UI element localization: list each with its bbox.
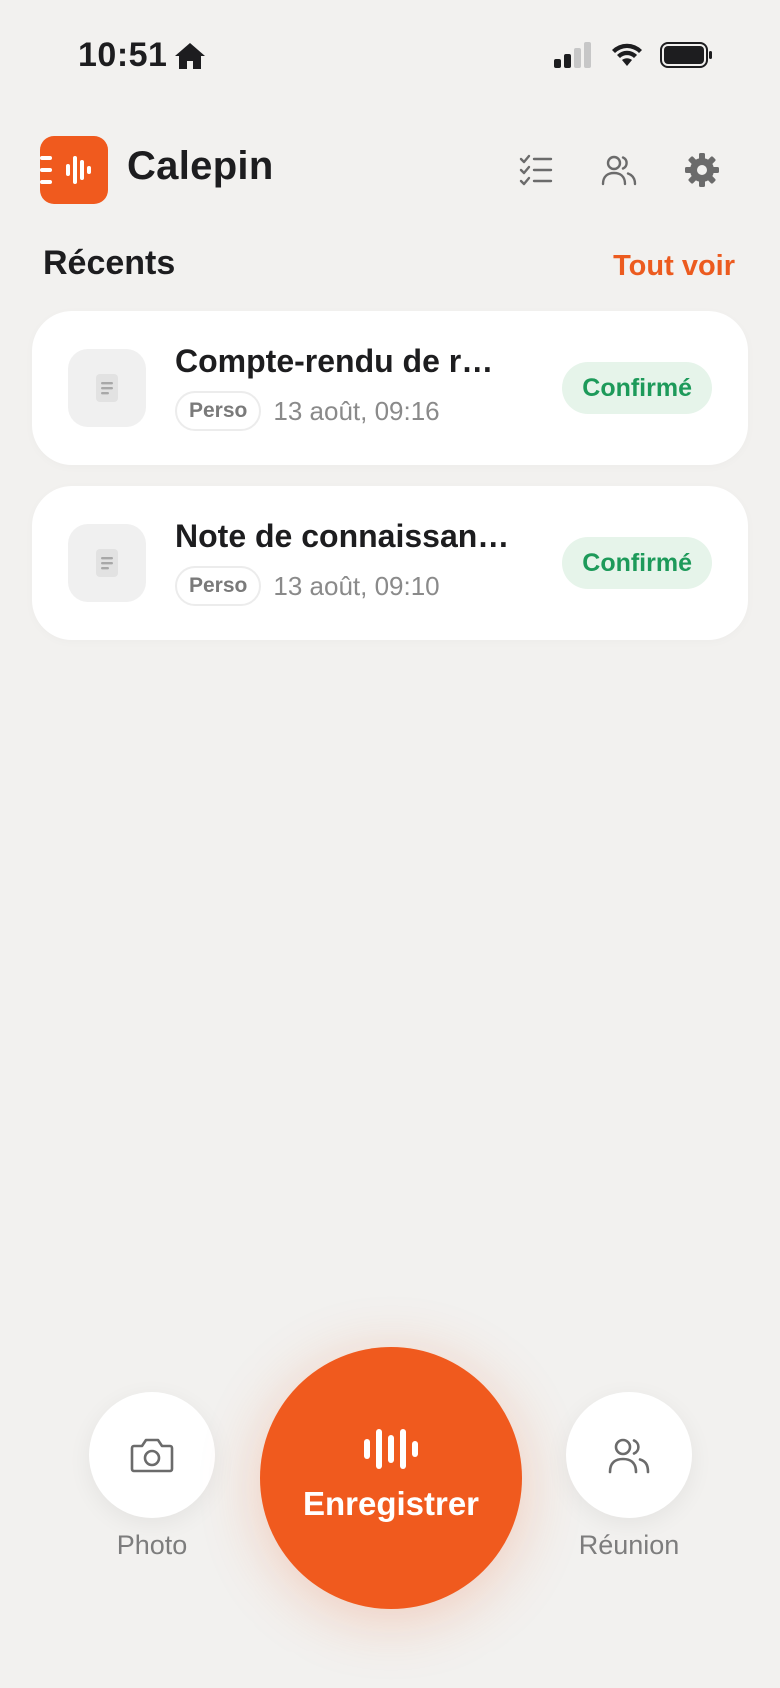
meeting-label: Réunion xyxy=(578,1530,680,1560)
status-indicators xyxy=(554,42,714,68)
item-title: Compte-rendu de r… xyxy=(175,343,494,379)
status-time: 10:51 xyxy=(78,36,207,75)
contacts-button[interactable] xyxy=(599,150,639,190)
signal-icon xyxy=(554,42,594,68)
home-icon xyxy=(173,41,207,71)
record-button[interactable]: Enregistrer xyxy=(260,1347,522,1609)
waveform-icon xyxy=(40,156,91,184)
document-icon xyxy=(68,349,146,427)
battery-icon xyxy=(660,42,714,68)
people-icon xyxy=(601,155,637,186)
item-meta: Perso 13 août, 09:16 xyxy=(175,391,440,431)
item-tag: Perso xyxy=(175,566,262,606)
tasks-button[interactable] xyxy=(516,150,556,190)
app-title: Calepin xyxy=(127,144,274,188)
wifi-icon xyxy=(610,42,644,68)
settings-button[interactable] xyxy=(682,150,722,190)
list-item[interactable]: Compte-rendu de r… Perso 13 août, 09:16 … xyxy=(32,311,748,465)
item-title: Note de connaissan… xyxy=(175,518,510,554)
status-bar: 10:51 xyxy=(0,0,780,110)
recents-title: Récents xyxy=(43,244,176,282)
checklist-icon xyxy=(519,154,553,186)
item-date: 13 août, 09:10 xyxy=(273,570,440,601)
status-badge: Confirmé xyxy=(562,537,712,589)
item-date: 13 août, 09:16 xyxy=(273,395,440,426)
item-tag: Perso xyxy=(175,391,262,431)
photo-button[interactable] xyxy=(89,1392,215,1518)
list-item[interactable]: Note de connaissan… Perso 13 août, 09:10… xyxy=(32,486,748,640)
see-all-link[interactable]: Tout voir xyxy=(613,250,735,283)
status-badge: Confirmé xyxy=(562,362,712,414)
meeting-button[interactable] xyxy=(566,1392,692,1518)
camera-icon xyxy=(130,1438,174,1473)
item-meta: Perso 13 août, 09:10 xyxy=(175,566,440,606)
record-label: Enregistrer xyxy=(302,1485,480,1522)
gear-icon xyxy=(685,153,719,187)
document-icon xyxy=(68,524,146,602)
waveform-icon xyxy=(364,1429,418,1469)
people-icon xyxy=(608,1438,650,1474)
app-header: Calepin xyxy=(40,136,740,204)
status-time-text: 10:51 xyxy=(78,36,168,74)
photo-label: Photo xyxy=(116,1530,188,1560)
app-logo xyxy=(40,136,108,204)
